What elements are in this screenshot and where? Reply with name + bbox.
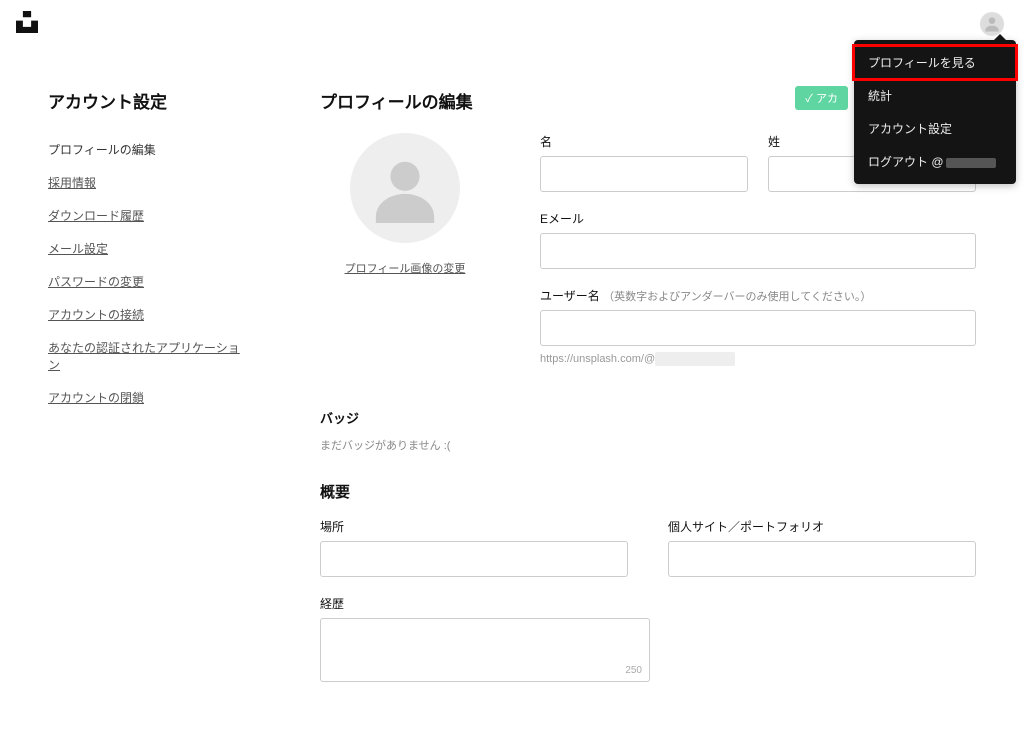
sidebar-close-account[interactable]: アカウントの閉鎖 (48, 389, 248, 406)
logout-username-redacted (946, 158, 996, 168)
input-username[interactable] (540, 310, 976, 346)
avatar-button[interactable] (980, 12, 1004, 36)
bio-char-limit: 250 (320, 665, 642, 676)
sidebar-download-history[interactable]: ダウンロード履歴 (48, 207, 248, 224)
user-menu-popover: プロフィールを見る 統計 アカウント設定 ログアウト @ (854, 40, 1016, 184)
toast-account-updated: アカ (795, 86, 848, 110)
profile-picture-column: プロフィール画像の変更 (320, 133, 490, 277)
sidebar-change-password[interactable]: パスワードの変更 (48, 273, 248, 290)
label-bio: 経歴 (320, 595, 650, 612)
label-username: ユーザー名 （英数字およびアンダーバーのみ使用してください。） (540, 287, 976, 304)
label-personal-site: 個人サイト／ポートフォリオ (668, 518, 976, 535)
input-email[interactable] (540, 233, 976, 269)
menu-view-profile[interactable]: プロフィールを見る (854, 46, 1016, 79)
overview-heading: 概要 (320, 481, 976, 502)
sidebar-hiring[interactable]: 採用情報 (48, 174, 248, 191)
label-badge: バッジ (320, 408, 976, 427)
menu-logout[interactable]: ログアウト @ (854, 145, 1016, 178)
sidebar-edit-profile[interactable]: プロフィールの編集 (48, 141, 248, 158)
badge-empty-text: まだバッジがありません :( (320, 437, 976, 453)
menu-account-settings[interactable]: アカウント設定 (854, 112, 1016, 145)
sidebar-title: アカウント設定 (48, 88, 248, 113)
sidebar: アカウント設定 プロフィールの編集 採用情報 ダウンロード履歴 メール設定 パス… (48, 88, 248, 694)
username-url-hint: https://unsplash.com/@ (540, 352, 976, 366)
sidebar-email-settings[interactable]: メール設定 (48, 240, 248, 257)
menu-stats[interactable]: 統計 (854, 79, 1016, 112)
label-first-name: 名 (540, 133, 748, 150)
unsplash-logo[interactable] (16, 11, 38, 38)
input-first-name[interactable] (540, 156, 748, 192)
change-profile-picture-link[interactable]: プロフィール画像の変更 (345, 263, 466, 275)
profile-picture-placeholder (350, 133, 460, 243)
label-location: 場所 (320, 518, 628, 535)
input-location[interactable] (320, 541, 628, 577)
label-email: Eメール (540, 210, 976, 227)
sidebar-authorized-apps[interactable]: あなたの認証されたアプリケーション (48, 339, 248, 373)
input-personal-site[interactable] (668, 541, 976, 577)
sidebar-connections[interactable]: アカウントの接続 (48, 306, 248, 323)
